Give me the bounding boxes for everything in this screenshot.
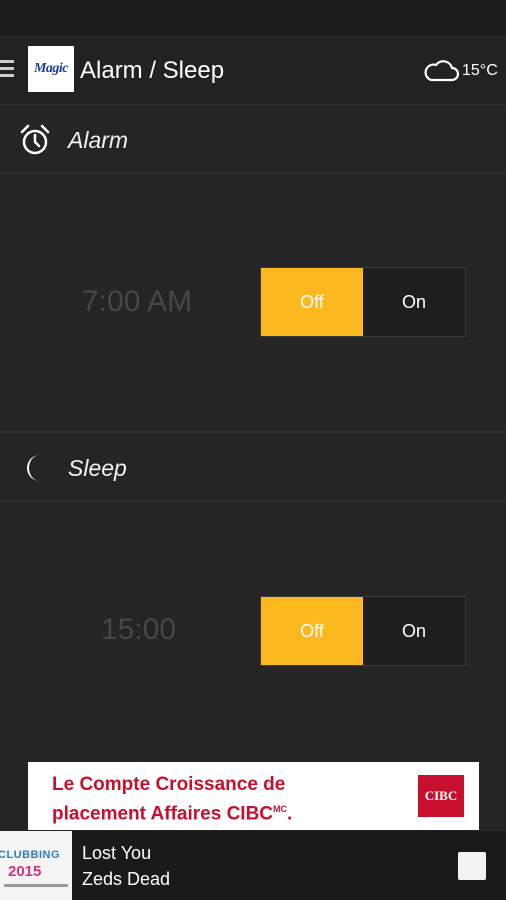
alarm-time[interactable]: 7:00 AM <box>82 285 192 319</box>
song-title: Lost You <box>82 843 152 863</box>
ad-line1: Le Compte Croissance de <box>52 774 286 795</box>
station-logo[interactable]: Magic <box>28 46 74 92</box>
album-art: CLUBBING 2015 <box>0 831 72 900</box>
sleep-time[interactable]: 15:00 <box>101 613 176 647</box>
sleep-label: Sleep <box>68 455 127 481</box>
artist-name: Zeds Dead <box>82 869 171 889</box>
sleep-on-button[interactable]: On <box>363 597 465 665</box>
alarm-off-button[interactable]: Off <box>261 268 363 336</box>
stop-button[interactable] <box>458 852 486 880</box>
album-art-title: CLUBBING <box>0 849 61 861</box>
temperature: 15°C <box>462 62 498 79</box>
page-title: Alarm / Sleep <box>80 57 225 84</box>
sleep-toggle: Off On <box>260 596 466 666</box>
moon-icon <box>27 455 40 481</box>
sleep-section-header: Sleep <box>0 433 506 502</box>
cibc-logo-text: CIBC <box>424 788 458 803</box>
cibc-logo: CIBC <box>418 775 464 817</box>
now-playing-bar[interactable]: CLUBBING 2015 Lost You Zeds Dead <box>0 831 506 900</box>
alarm-on-button[interactable]: On <box>363 268 465 336</box>
status-bar <box>0 0 506 36</box>
alarm-label: Alarm <box>68 127 129 153</box>
ad-line2: placement Affaires CIBCMC. <box>52 803 293 825</box>
alarm-section-header: Alarm <box>0 105 506 174</box>
alarm-clock-icon <box>20 124 50 155</box>
alarm-toggle: Off On <box>260 267 466 337</box>
ad-banner[interactable]: Le Compte Croissance de placement Affair… <box>28 762 479 830</box>
cloud-icon <box>424 60 460 82</box>
logo-text: Magic <box>33 61 69 76</box>
ad-text: Le Compte Croissance de placement Affair… <box>52 773 292 826</box>
app-toolbar: Magic Alarm / Sleep 15°C <box>0 37 506 105</box>
album-art-stripe <box>4 884 68 887</box>
album-art-year: 2015 <box>8 863 42 880</box>
sleep-off-button[interactable]: Off <box>261 597 363 665</box>
menu-icon[interactable] <box>0 60 14 82</box>
